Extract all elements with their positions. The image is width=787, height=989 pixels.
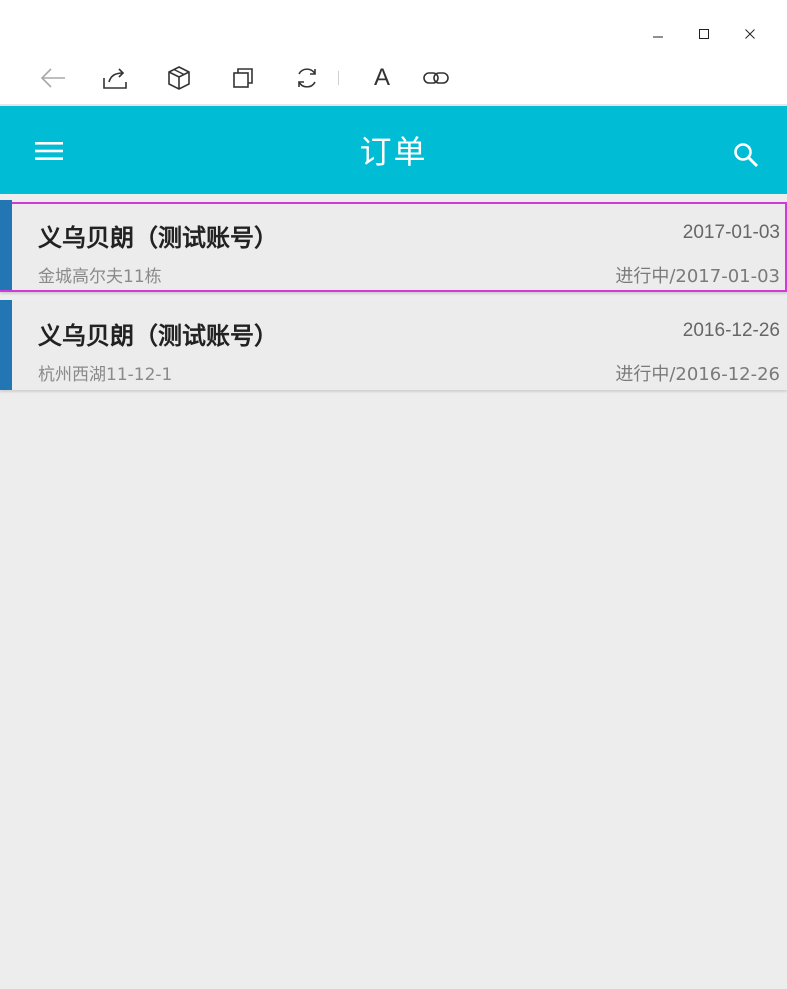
copy-button[interactable]: [226, 61, 260, 95]
maximize-icon: [699, 29, 709, 39]
toolbar: A: [36, 58, 483, 98]
share-button[interactable]: [98, 61, 132, 95]
window-controls: [635, 22, 773, 46]
maximize-button[interactable]: [681, 22, 727, 46]
order-address: 金城高尔夫11栋: [38, 267, 162, 287]
app-content: 订单 义乌贝朗（测试账号） 2017-01-03 金城高尔夫11栋 进行中/20…: [0, 106, 787, 989]
refresh-icon: [298, 68, 316, 88]
hamburger-menu-icon: [35, 142, 63, 160]
close-button[interactable]: [727, 22, 773, 46]
order-date: 2016-12-26: [682, 320, 780, 341]
menu-button[interactable]: [34, 136, 64, 166]
order-accent-bar: [0, 300, 12, 390]
order-name: 义乌贝朗（测试账号）: [38, 321, 278, 350]
toolbar-separator: [338, 71, 339, 85]
order-status: 进行中/2016-12-26: [615, 364, 780, 385]
order-item[interactable]: 义乌贝朗（测试账号） 2016-12-26 杭州西湖11-12-1 进行中/20…: [0, 300, 787, 390]
minimize-icon: [653, 36, 663, 38]
order-accent-bar: [0, 200, 12, 290]
back-button[interactable]: [36, 61, 70, 95]
order-address: 杭州西湖11-12-1: [38, 365, 173, 385]
order-list: 义乌贝朗（测试账号） 2017-01-03 金城高尔夫11栋 进行中/2017-…: [0, 194, 787, 390]
app-window: A 订单 义乌贝朗（测试账号） 2017-01-03 金城高尔夫11栋 进行中/…: [0, 0, 787, 989]
package-button[interactable]: [162, 61, 196, 95]
refresh-button[interactable]: [290, 61, 324, 95]
font-icon: A: [373, 64, 390, 91]
copy-icon: [233, 68, 253, 88]
page-title: 订单: [359, 133, 428, 171]
search-button[interactable]: [731, 140, 761, 170]
order-status: 进行中/2017-01-03: [615, 266, 780, 287]
link-icon: [423, 72, 449, 84]
close-icon: [745, 29, 755, 39]
package-icon: [168, 66, 190, 90]
order-item[interactable]: 义乌贝朗（测试账号） 2017-01-03 金城高尔夫11栋 进行中/2017-…: [0, 200, 787, 292]
order-date: 2017-01-03: [682, 222, 780, 243]
font-button[interactable]: A: [365, 61, 399, 95]
link-button[interactable]: [419, 61, 453, 95]
order-name: 义乌贝朗（测试账号）: [38, 223, 278, 252]
app-header: 订单: [0, 106, 787, 194]
minimize-button[interactable]: [635, 22, 681, 46]
search-icon: [734, 143, 759, 168]
share-icon: [103, 68, 127, 89]
back-arrow-icon: [40, 68, 65, 88]
